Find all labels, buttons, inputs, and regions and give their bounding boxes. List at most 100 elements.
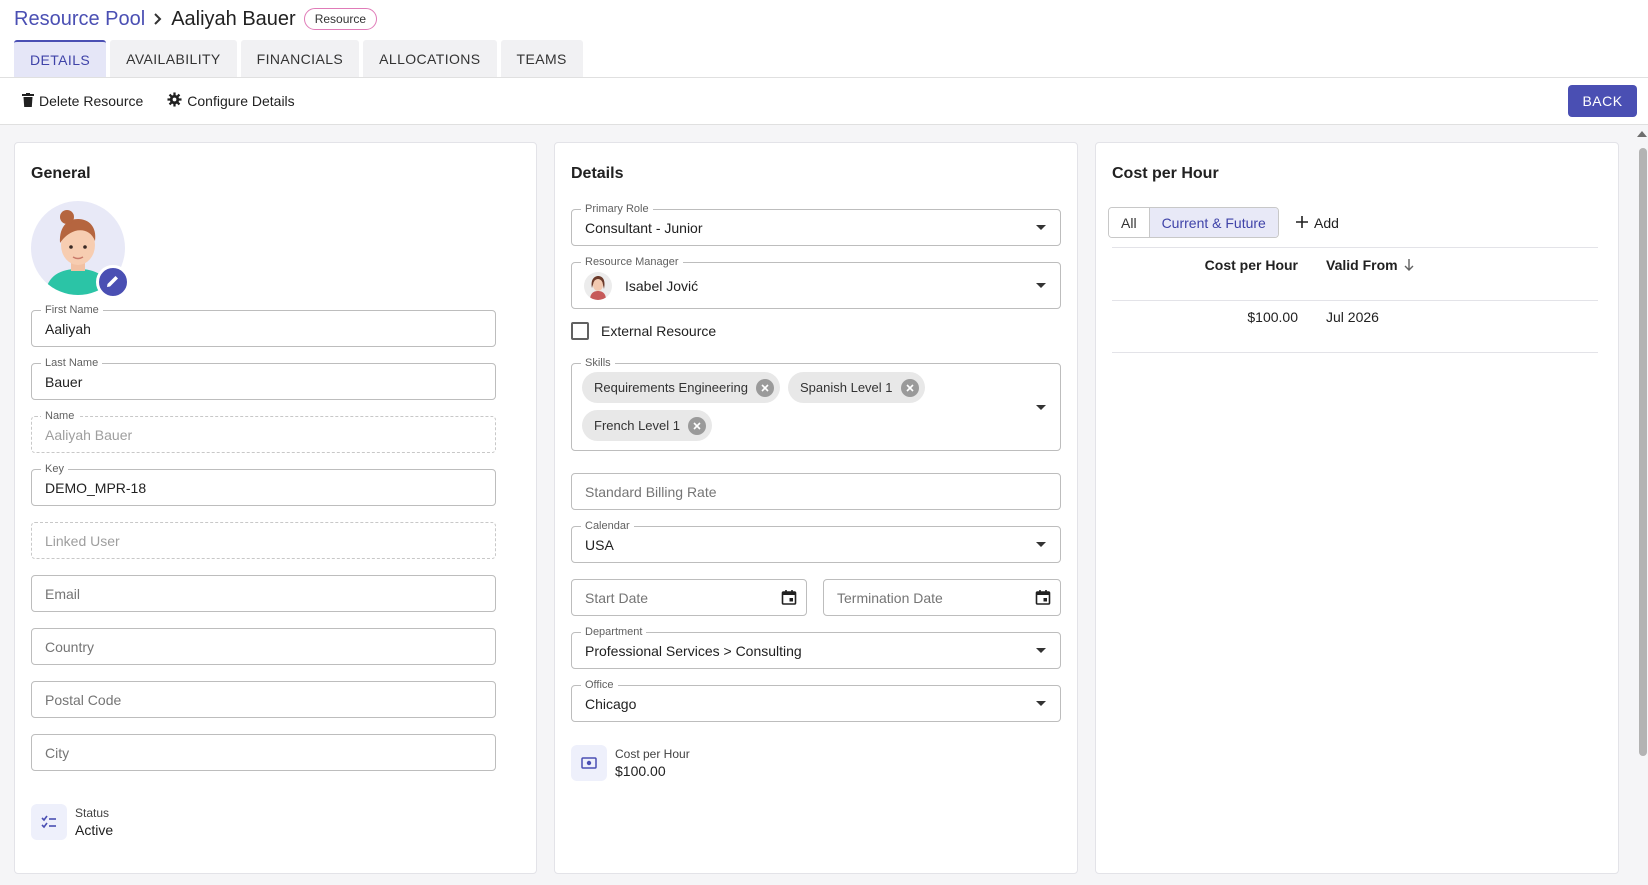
resource-manager-select[interactable]: Resource Manager Isabel Jović [571, 255, 1061, 309]
chevron-right-icon [151, 12, 165, 26]
email-placeholder: Email [45, 585, 81, 602]
scrollbar-thumb[interactable] [1639, 148, 1647, 756]
standard-billing-rate-placeholder: Standard Billing Rate [585, 483, 717, 500]
top-bar: Resource Pool Aaliyah Bauer Resource DET… [0, 0, 1648, 125]
column-header-valid-from[interactable]: Valid From [1326, 255, 1414, 275]
office-value: Chicago [585, 695, 637, 712]
email-field[interactable]: Email [31, 575, 496, 612]
page-title: Aaliyah Bauer [171, 7, 296, 30]
general-card: General First Name Aaliyah Last Name Bau… [14, 142, 537, 874]
breadcrumb-resource-pool-link[interactable]: Resource Pool [14, 8, 145, 31]
configure-details-button[interactable]: Configure Details [167, 92, 295, 110]
skills-select[interactable]: Skills Requirements Engineering Spanish … [571, 356, 1061, 451]
tabs-divider [0, 77, 1648, 78]
cost-cell: $100.00 [1247, 309, 1298, 325]
last-name-value: Bauer [45, 373, 83, 390]
tab-details[interactable]: DETAILS [14, 40, 107, 78]
delete-resource-button[interactable]: Delete Resource [22, 92, 144, 110]
primary-role-value: Consultant - Junior [585, 219, 703, 236]
valid-from-cell: Jul 2026 [1326, 309, 1379, 325]
back-button[interactable]: BACK [1568, 85, 1637, 117]
column-header-valid-from-label: Valid From [1326, 257, 1398, 273]
city-placeholder: City [45, 744, 70, 761]
first-name-field[interactable]: First Name Aaliyah [31, 303, 496, 347]
add-cost-button[interactable]: Add [1296, 207, 1339, 238]
remove-chip-icon[interactable] [688, 416, 706, 435]
standard-billing-rate-field[interactable]: Standard Billing Rate [571, 473, 1061, 510]
caret-down-icon [1036, 648, 1046, 653]
remove-chip-icon[interactable] [900, 378, 919, 397]
column-header-cost[interactable]: Cost per Hour [1198, 255, 1298, 275]
cost-filter-toggle: All Current & Future [1108, 207, 1279, 238]
linked-user-field: Linked User [31, 522, 496, 559]
tab-bar: DETAILS AVAILABILITY FINANCIALS ALLOCATI… [14, 40, 587, 78]
pencil-icon [106, 274, 120, 291]
postal-code-placeholder: Postal Code [45, 691, 122, 708]
country-placeholder: Country [45, 638, 95, 655]
office-select[interactable]: Office Chicago [571, 678, 1061, 722]
cost-per-hour-value: $100.00 [615, 762, 666, 779]
primary-role-select[interactable]: Primary Role Consultant - Junior [571, 202, 1061, 246]
skill-chip-label: Requirements Engineering [594, 380, 748, 395]
tab-allocations[interactable]: ALLOCATIONS [363, 40, 497, 78]
cost-per-hour-card: Cost per Hour All Current & Future Add C… [1095, 142, 1619, 874]
cost-per-hour-title: Cost per Hour [1112, 165, 1219, 182]
scroll-up-arrow-icon[interactable] [1637, 131, 1647, 137]
caret-down-icon [1036, 701, 1046, 706]
full-name-value: Aaliyah Bauer [45, 426, 133, 443]
last-name-field[interactable]: Last Name Bauer [31, 356, 496, 400]
cost-per-hour-info: Cost per Hour $100.00 [571, 745, 690, 781]
calendar-value: USA [585, 536, 614, 553]
arrow-down-icon [1404, 259, 1414, 271]
delete-resource-label: Delete Resource [39, 93, 144, 109]
first-name-value: Aaliyah [45, 320, 91, 337]
details-title: Details [571, 165, 624, 182]
table-divider [1112, 352, 1598, 353]
caret-down-icon [1036, 542, 1046, 547]
calendar-icon[interactable] [781, 589, 797, 608]
department-select[interactable]: Department Professional Services > Consu… [571, 625, 1061, 669]
filter-current-future-button[interactable]: Current & Future [1148, 208, 1278, 237]
skill-chip-label: Spanish Level 1 [800, 380, 893, 395]
country-field[interactable]: Country [31, 628, 496, 665]
edit-avatar-button[interactable] [96, 265, 130, 299]
manager-avatar [584, 272, 612, 300]
skills-label: Skills [581, 356, 615, 370]
linked-user-placeholder: Linked User [45, 532, 120, 549]
breadcrumb: Resource Pool Aaliyah Bauer Resource [14, 6, 378, 32]
action-bar: Delete Resource Configure Details [22, 88, 319, 114]
start-date-field[interactable]: Start Date [571, 579, 807, 616]
start-date-placeholder: Start Date [585, 589, 649, 606]
status-info: Status Active [31, 804, 113, 840]
termination-date-field[interactable]: Termination Date [823, 579, 1061, 616]
full-name-field: Name Aaliyah Bauer [31, 409, 496, 453]
configure-details-label: Configure Details [187, 93, 295, 109]
calendar-select[interactable]: Calendar USA [571, 519, 1061, 563]
table-divider [1112, 300, 1598, 301]
table-divider [1112, 247, 1598, 248]
key-value: DEMO_MPR-18 [45, 479, 147, 496]
plus-icon [1296, 215, 1314, 231]
remove-chip-icon[interactable] [755, 378, 774, 397]
skill-chip: French Level 1 [582, 410, 712, 441]
caret-down-icon [1036, 283, 1046, 288]
tab-financials[interactable]: FINANCIALS [240, 40, 360, 78]
skill-chip: Spanish Level 1 [788, 372, 925, 403]
external-resource-checkbox[interactable] [571, 322, 589, 340]
status-label: Status [75, 805, 110, 820]
add-cost-label: Add [1314, 214, 1339, 231]
postal-code-field[interactable]: Postal Code [31, 681, 496, 718]
calendar-icon[interactable] [1035, 589, 1051, 608]
city-field[interactable]: City [31, 734, 496, 771]
tab-availability[interactable]: AVAILABILITY [110, 40, 237, 78]
filter-all-button[interactable]: All [1109, 208, 1149, 237]
termination-date-placeholder: Termination Date [837, 589, 943, 606]
resource-manager-value: Isabel Jović [625, 277, 699, 294]
details-card: Details Primary Role Consultant - Junior… [554, 142, 1078, 874]
trash-icon [22, 92, 39, 110]
skill-chip: Requirements Engineering [582, 372, 780, 403]
caret-down-icon [1036, 405, 1046, 410]
tab-teams[interactable]: TEAMS [500, 40, 583, 78]
key-field[interactable]: Key DEMO_MPR-18 [31, 462, 496, 506]
caret-down-icon [1036, 225, 1046, 230]
